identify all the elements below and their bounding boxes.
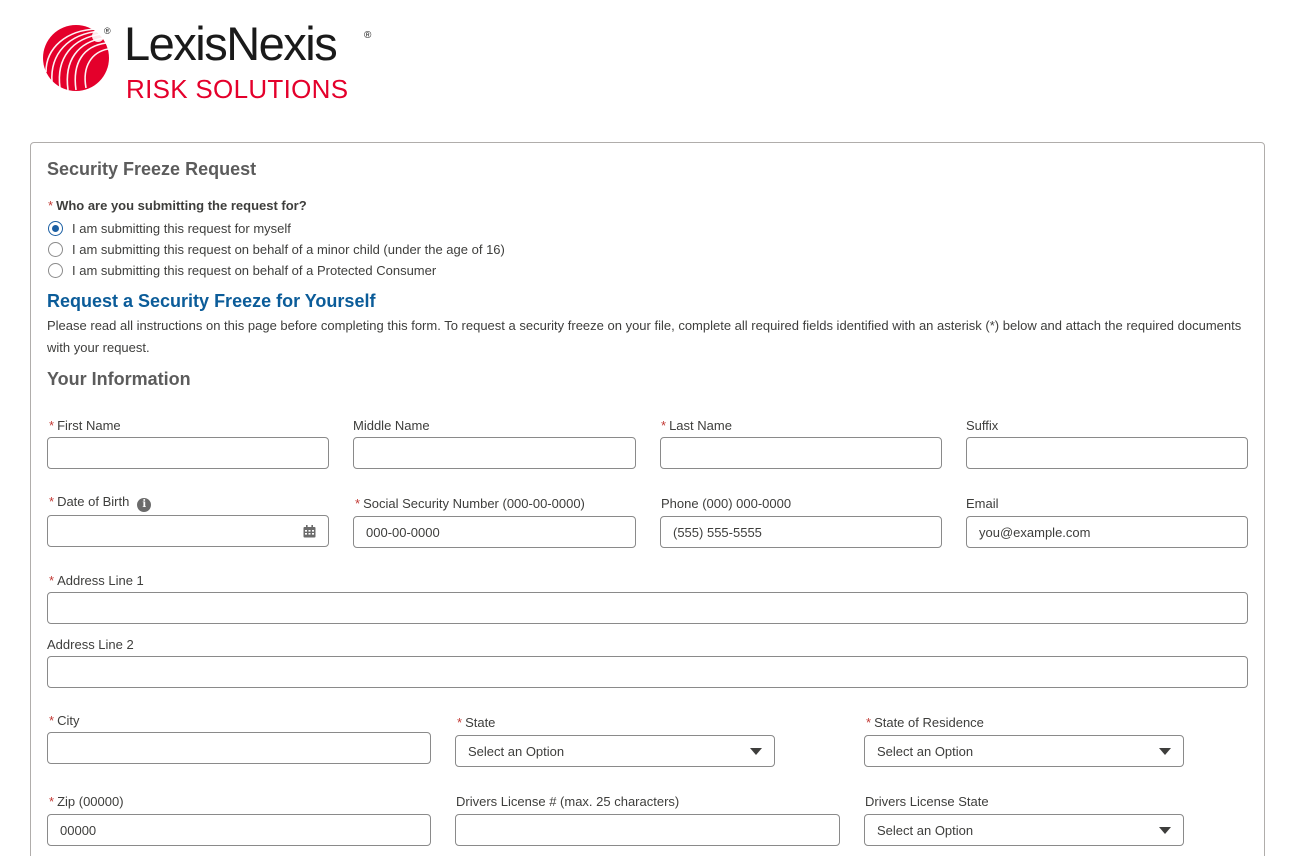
label-text: City — [57, 713, 80, 728]
radio-option-label: I am submitting this request on behalf o… — [72, 262, 437, 278]
radio-option-label: I am submitting this request on behalf o… — [72, 241, 505, 257]
required-mark: * — [48, 198, 54, 213]
middle-name-label: Middle Name — [353, 418, 430, 433]
zip-input[interactable]: 00000 — [47, 814, 431, 846]
radio-option-protected-consumer[interactable]: I am submitting this request on behalf o… — [48, 260, 505, 280]
state-of-residence-select[interactable]: Select an Option — [864, 735, 1184, 767]
last-name-input[interactable] — [660, 437, 942, 469]
city-input[interactable] — [47, 732, 431, 764]
input-placeholder: (555) 555-5555 — [673, 524, 762, 540]
chevron-down-icon — [1159, 747, 1171, 755]
drivers-license-number-label: Drivers License # (max. 25 characters) — [456, 794, 680, 809]
security-freeze-form-card: Security Freeze Request * Who are you sub… — [30, 142, 1265, 856]
form-title: Security Freeze Request — [47, 159, 257, 179]
chevron-down-icon — [750, 747, 762, 755]
drivers-license-number-input[interactable] — [455, 814, 840, 846]
radio-option-label: I am submitting this request for myself — [72, 220, 291, 236]
phone-input[interactable]: (555) 555-5555 — [660, 516, 942, 548]
first-name-input[interactable] — [47, 437, 329, 469]
address-line-2-input[interactable] — [47, 656, 1248, 688]
radio-button-selected[interactable] — [48, 220, 63, 236]
required-mark: * — [49, 418, 55, 433]
your-information-heading: Your Information — [47, 369, 191, 389]
label-text: Last Name — [669, 418, 732, 433]
requester-radio-group: I am submitting this request for myself … — [48, 218, 505, 280]
select-value: Select an Option — [877, 822, 974, 838]
first-name-label: * First Name — [49, 418, 121, 433]
email-label: Email — [966, 496, 999, 511]
input-placeholder: 000-00-0000 — [366, 524, 440, 540]
radio-option-minor-child[interactable]: I am submitting this request on behalf o… — [48, 239, 505, 259]
zip-label: * Zip (00000) — [49, 794, 124, 809]
radio-button[interactable] — [48, 262, 63, 278]
radio-button[interactable] — [48, 241, 63, 257]
lexisnexis-logo: ® LexisNexis ® RISK SOLUTIONS — [42, 17, 382, 108]
label-text: Date of Birth — [57, 494, 130, 509]
required-mark: * — [457, 715, 463, 730]
date-of-birth-label: * Date of Birth i — [49, 494, 152, 512]
calendar-icon[interactable] — [303, 524, 316, 538]
logo-subtitle: RISK SOLUTIONS — [126, 74, 349, 104]
city-label: * City — [49, 713, 79, 728]
ssn-input[interactable]: 000-00-0000 — [353, 516, 636, 548]
ssn-label: * Social Security Number (000-00-0000) — [355, 496, 585, 511]
required-mark: * — [49, 794, 55, 809]
address-line-1-label: * Address Line 1 — [49, 573, 144, 588]
phone-label: Phone (000) 000-0000 — [661, 496, 792, 511]
logo-registered-mark: ® — [104, 26, 111, 36]
state-of-residence-label: * State of Residence — [866, 715, 984, 730]
logo-wordmark: LexisNexis — [124, 17, 338, 70]
label-text: State of Residence — [874, 715, 984, 730]
label-text: Zip (00000) — [57, 794, 124, 809]
state-label: * State — [457, 715, 495, 730]
required-mark: * — [49, 573, 55, 588]
state-select[interactable]: Select an Option — [455, 735, 775, 767]
required-mark: * — [866, 715, 872, 730]
radio-option-myself[interactable]: I am submitting this request for myself — [48, 218, 505, 238]
suffix-label: Suffix — [966, 418, 999, 433]
info-icon[interactable]: i — [137, 498, 152, 512]
logo-wordmark-registered: ® — [364, 30, 372, 41]
select-value: Select an Option — [468, 743, 565, 759]
last-name-label: * Last Name — [661, 418, 732, 433]
suffix-input[interactable] — [966, 437, 1248, 469]
drivers-license-state-label: Drivers License State — [865, 794, 989, 809]
drivers-license-state-select[interactable]: Select an Option — [864, 814, 1184, 846]
date-of-birth-input[interactable] — [47, 515, 329, 547]
select-value: Select an Option — [877, 743, 974, 759]
request-subtitle: Request a Security Freeze for Yourself — [47, 291, 376, 311]
lexisnexis-globe-icon — [43, 25, 109, 91]
label-text: Social Security Number (000-00-0000) — [363, 496, 585, 511]
chevron-down-icon — [1159, 826, 1171, 834]
label-text: Address Line 1 — [57, 573, 144, 588]
input-placeholder: you@example.com — [979, 524, 1091, 540]
required-mark: * — [661, 418, 667, 433]
middle-name-input[interactable] — [353, 437, 636, 469]
required-mark: * — [355, 496, 361, 511]
input-placeholder: 00000 — [60, 822, 97, 838]
address-line-1-input[interactable] — [47, 592, 1248, 624]
label-text: First Name — [57, 418, 121, 433]
email-input[interactable]: you@example.com — [966, 516, 1248, 548]
form-instructions: Please read all instructions on this pag… — [47, 318, 1242, 355]
label-text: State — [465, 715, 496, 730]
required-mark: * — [49, 713, 55, 728]
requester-question-label: Who are you submitting the request for? — [56, 198, 307, 213]
requester-question: * Who are you submitting the request for? — [48, 198, 307, 213]
required-mark: * — [49, 494, 55, 509]
address-line-2-label: Address Line 2 — [47, 637, 134, 652]
